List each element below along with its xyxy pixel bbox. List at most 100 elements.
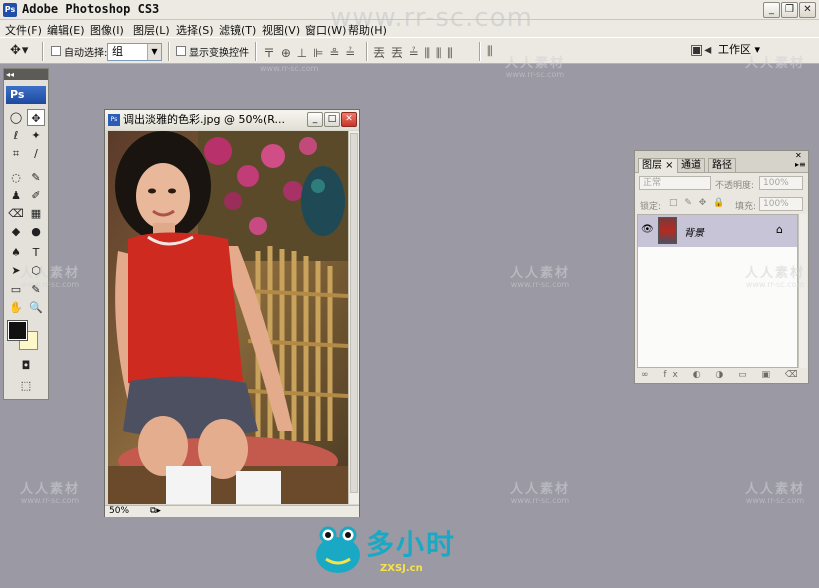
toolbox-ps-logo[interactable]: Ps: [6, 86, 46, 104]
show-transform-checkbox[interactable]: [176, 46, 186, 56]
tab-layers[interactable]: 图层 ×: [638, 158, 678, 173]
divider: [479, 42, 481, 61]
menu-edit[interactable]: 编辑(E): [47, 22, 85, 38]
eraser-tool-icon[interactable]: ⌫: [7, 205, 25, 222]
minimize-button[interactable]: _: [763, 2, 780, 18]
watermark: www.rr-sc.com: [260, 64, 319, 73]
blend-mode-value: 正常: [643, 178, 662, 188]
doc-minimize-button[interactable]: _: [307, 112, 323, 127]
layer-list: 👁 背景 ⌂: [637, 214, 798, 368]
auto-select-value: 组: [112, 45, 123, 58]
divider: [42, 42, 44, 61]
lock-icons[interactable]: □ ✎ ✥ 🔒: [669, 198, 726, 208]
divider: [366, 42, 368, 61]
screen-mode-icon[interactable]: ⬚: [17, 377, 35, 394]
zoom-tool-icon[interactable]: 🔍: [27, 299, 45, 316]
panel-tabs: 图层 × 通道 路径 ✕ ▸≡: [635, 151, 808, 173]
brand-logo-sub: ZXSJ.cn: [380, 563, 423, 574]
blend-mode-dropdown[interactable]: 正常: [639, 176, 711, 190]
toolbox-collapse-icon[interactable]: ◂◂: [4, 69, 48, 80]
slice-tool-icon[interactable]: ∕: [27, 145, 45, 162]
layer-row-background[interactable]: 👁 背景 ⌂: [638, 215, 797, 247]
fill-label: 填充:: [735, 202, 757, 212]
document-title: 调出淡雅的色彩.jpg @ 50%(R...: [123, 113, 285, 126]
auto-align-icon[interactable]: ⫼: [487, 44, 494, 59]
lasso-tool-icon[interactable]: ℓ: [7, 127, 25, 144]
close-button[interactable]: ✕: [799, 2, 816, 18]
fill-field[interactable]: 100%: [759, 197, 803, 211]
doc-maximize-button[interactable]: □: [324, 112, 340, 127]
type-tool-icon[interactable]: T: [27, 244, 45, 261]
blur-tool-icon[interactable]: ◆: [7, 223, 25, 240]
menu-file[interactable]: 文件(F): [5, 22, 42, 38]
healing-brush-tool-icon[interactable]: ◌: [7, 169, 25, 186]
watermark: 人人素材 www.rr-sc.com: [20, 482, 81, 505]
toolbox: ◂◂ Ps ◯ ✥ ℓ ✦ ⌗ ∕ ◌ ✎ ♟ ✐ ⌫ ▦ ◆ ● ♠ T ➤ …: [3, 68, 49, 400]
document-window: Ps 调出淡雅的色彩.jpg @ 50%(R... _ □ ✕ 50% ⧉▸: [104, 109, 360, 517]
menu-view[interactable]: 视图(V): [262, 22, 300, 38]
divider: [255, 42, 257, 61]
photoshop-app-icon: Ps: [3, 3, 17, 17]
gradient-tool-icon[interactable]: ▦: [27, 205, 45, 222]
palette-well-icon[interactable]: ▣◂: [690, 42, 712, 58]
opacity-label: 不透明度:: [715, 181, 755, 191]
pen-tool-icon[interactable]: ♠: [7, 244, 25, 261]
watermark: 人人素材 www.rr-sc.com: [745, 482, 806, 505]
layer-thumbnail: [658, 217, 677, 244]
move-tool-preset-icon[interactable]: ✥▾: [10, 43, 29, 58]
foreground-color-swatch[interactable]: [7, 320, 28, 341]
show-transform-label: 显示变换控件: [189, 48, 249, 59]
panel-menu-icon[interactable]: ▸≡: [795, 160, 806, 169]
document-scrollbar[interactable]: [348, 131, 359, 504]
dodge-tool-icon[interactable]: ●: [27, 223, 45, 240]
layers-scrollbar[interactable]: [798, 214, 807, 368]
tab-channels[interactable]: 通道: [677, 158, 705, 172]
auto-select-checkbox[interactable]: [51, 46, 61, 56]
auto-select-label: 自动选择:: [64, 48, 108, 59]
eye-icon[interactable]: 👁: [641, 224, 654, 235]
brush-tool-icon[interactable]: ✎: [27, 169, 45, 186]
restore-button[interactable]: ❐: [781, 2, 798, 18]
watermark: 人人素材 www.rr-sc.com: [510, 266, 571, 289]
layer-actions-icons[interactable]: ∞ fx ◐ ◑ ▭ ▣ ⌫: [635, 370, 808, 383]
align-icons[interactable]: 〒 ⊕ ⊥ ⊫ ≗ ≟: [263, 44, 356, 61]
brand-logo: 多小时 ZXSJ.cn: [310, 519, 520, 581]
panel-close-icon[interactable]: ✕: [795, 151, 802, 160]
menu-layer[interactable]: 图层(L): [133, 22, 170, 38]
document-status-bar: 50% ⧉▸: [105, 505, 359, 517]
chevron-down-icon: ▼: [147, 44, 161, 60]
menu-select[interactable]: 选择(S): [176, 22, 214, 38]
history-brush-tool-icon[interactable]: ✐: [27, 187, 45, 204]
move-tool-icon[interactable]: ✥: [27, 109, 45, 126]
watermark: 人人素材 www.rr-sc.com: [510, 482, 571, 505]
quick-mask-icon[interactable]: ◘: [17, 357, 35, 374]
auto-select-dropdown[interactable]: 组 ▼: [107, 43, 162, 61]
distribute-icons[interactable]: 丟 丟 ≟ ⫼ ⫼ ⫼: [373, 44, 454, 61]
lock-label: 锁定:: [640, 202, 662, 212]
hand-tool-icon[interactable]: ✋: [7, 299, 25, 316]
layer-name: 背景: [684, 228, 704, 239]
status-menu-icon[interactable]: ⧉▸: [150, 506, 161, 517]
watermark: 人人素材 www.rr-sc.com: [745, 266, 806, 289]
menu-filter[interactable]: 滤镜(T): [219, 22, 256, 38]
tab-paths[interactable]: 路径: [708, 158, 736, 172]
app-title: Adobe Photoshop CS3: [22, 2, 160, 16]
image-canvas[interactable]: [108, 131, 348, 504]
crop-tool-icon[interactable]: ⌗: [7, 145, 25, 162]
watermark: 人人素材: [745, 56, 806, 71]
watermark-url: www.rr-sc.com: [330, 3, 533, 33]
watermark: 人人素材 www.rr-sc.com: [505, 56, 566, 79]
divider: [168, 42, 170, 61]
menu-image[interactable]: 图像(I): [90, 22, 124, 38]
photo-girl-on-bench: [108, 131, 348, 504]
layer-lock-icon: ⌂: [776, 223, 783, 236]
opacity-field[interactable]: 100%: [759, 176, 803, 190]
marquee-tool-icon[interactable]: ◯: [7, 109, 25, 126]
zoom-level[interactable]: 50%: [109, 506, 129, 517]
doc-close-button[interactable]: ✕: [341, 112, 357, 127]
magic-wand-tool-icon[interactable]: ✦: [27, 127, 45, 144]
clone-stamp-tool-icon[interactable]: ♟: [7, 187, 25, 204]
watermark: 人人素材 www.rr-sc.com: [20, 266, 81, 289]
document-icon: Ps: [108, 114, 120, 126]
brand-logo-text: 多小时: [366, 528, 457, 561]
